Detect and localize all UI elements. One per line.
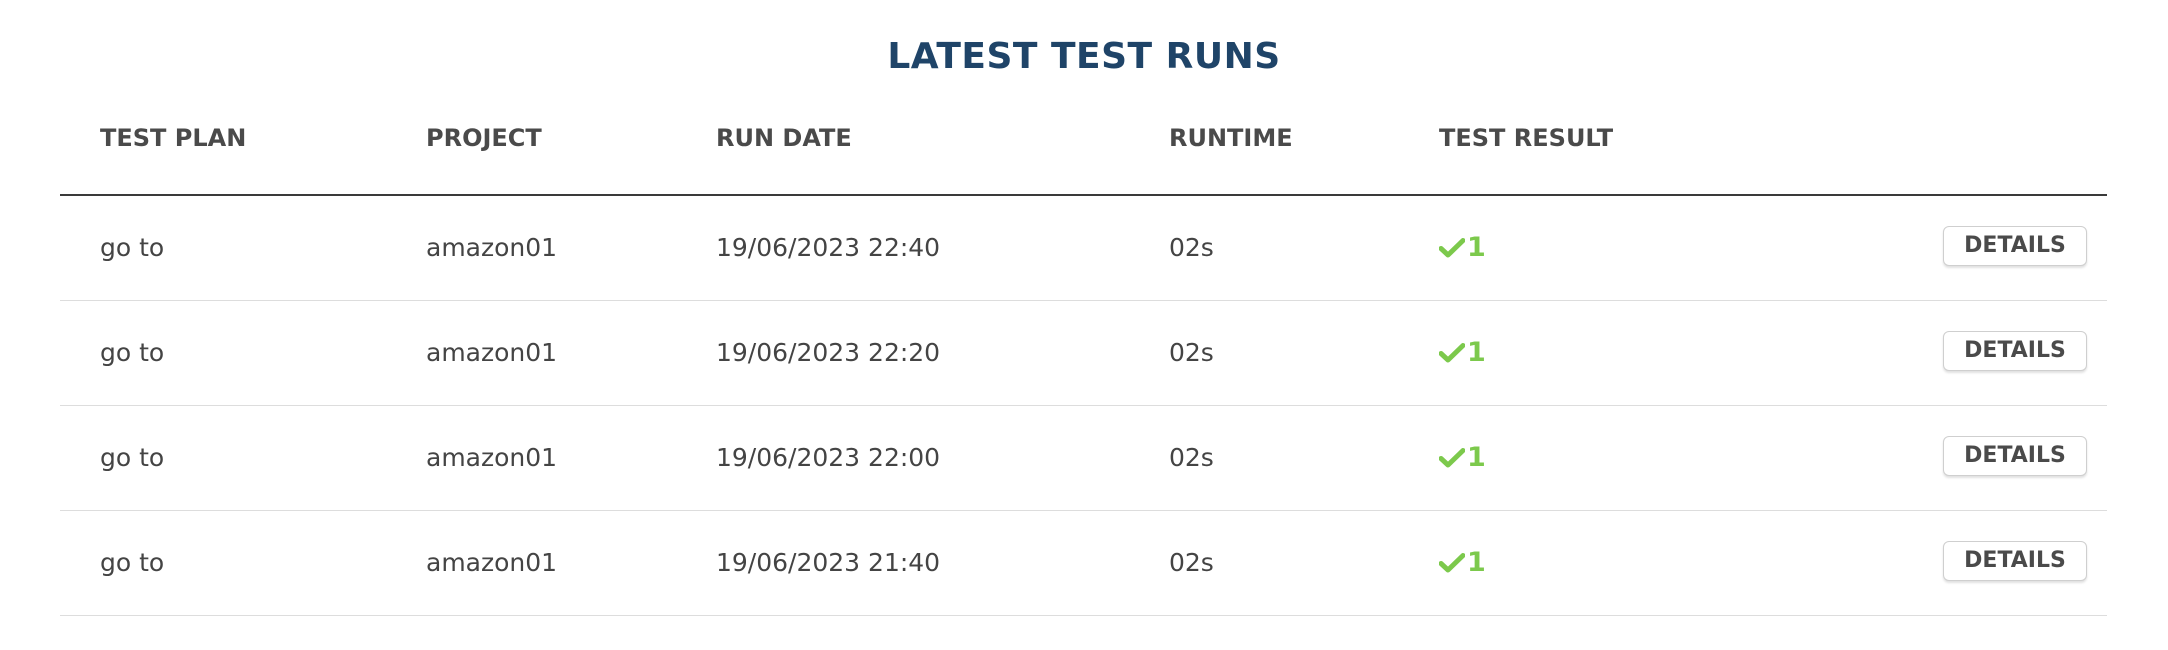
column-header-test-plan: TEST PLAN <box>100 124 247 152</box>
cell-run-date: 19/06/2023 21:40 <box>716 548 941 577</box>
details-button[interactable]: DETAILS <box>1943 331 2087 371</box>
table-header: TEST PLAN PROJECT RUN DATE RUNTIME TEST … <box>60 118 2107 158</box>
test-result-badge: 1 <box>1439 511 1486 615</box>
cell-test-result: 1 <box>1439 196 1486 300</box>
details-button[interactable]: DETAILS <box>1943 541 2087 581</box>
cell-runtime: 02s <box>1169 443 1214 472</box>
table-row: go to amazon01 19/06/2023 22:40 02s 1 DE… <box>60 196 2107 301</box>
details-button[interactable]: DETAILS <box>1943 226 2087 266</box>
cell-project: amazon01 <box>426 548 558 577</box>
cell-run-date: 19/06/2023 22:00 <box>716 443 941 472</box>
details-button[interactable]: DETAILS <box>1943 436 2087 476</box>
cell-project: amazon01 <box>426 338 558 367</box>
cell-test-plan: go to <box>100 233 165 262</box>
test-result-badge: 1 <box>1439 406 1486 510</box>
cell-test-plan: go to <box>100 443 165 472</box>
column-header-run-date: RUN DATE <box>716 124 852 152</box>
cell-runtime: 02s <box>1169 233 1214 262</box>
cell-run-date: 19/06/2023 22:40 <box>716 233 941 262</box>
cell-test-result: 1 <box>1439 406 1486 510</box>
cell-runtime: 02s <box>1169 338 1214 367</box>
column-header-project: PROJECT <box>426 124 542 152</box>
test-result-count: 1 <box>1467 547 1486 578</box>
test-result-badge: 1 <box>1439 301 1486 405</box>
cell-test-result: 1 <box>1439 301 1486 405</box>
page-title: LATEST TEST RUNS <box>887 36 1281 77</box>
test-result-count: 1 <box>1467 442 1486 473</box>
table-row: go to amazon01 19/06/2023 22:20 02s 1 DE… <box>60 301 2107 406</box>
test-result-badge: 1 <box>1439 196 1486 300</box>
cell-test-plan: go to <box>100 548 165 577</box>
check-icon <box>1439 342 1465 364</box>
check-icon <box>1439 447 1465 469</box>
cell-project: amazon01 <box>426 443 558 472</box>
cell-test-plan: go to <box>100 338 165 367</box>
test-result-count: 1 <box>1467 337 1486 368</box>
table-row: go to amazon01 19/06/2023 22:00 02s 1 DE… <box>60 406 2107 511</box>
cell-run-date: 19/06/2023 22:20 <box>716 338 941 367</box>
table-row: go to amazon01 19/06/2023 21:40 02s 1 DE… <box>60 511 2107 616</box>
cell-runtime: 02s <box>1169 548 1214 577</box>
cell-test-result: 1 <box>1439 511 1486 615</box>
check-icon <box>1439 552 1465 574</box>
column-header-test-result: TEST RESULT <box>1439 124 1614 152</box>
test-result-count: 1 <box>1467 232 1486 263</box>
column-header-runtime: RUNTIME <box>1169 124 1293 152</box>
check-icon <box>1439 237 1465 259</box>
cell-project: amazon01 <box>426 233 558 262</box>
